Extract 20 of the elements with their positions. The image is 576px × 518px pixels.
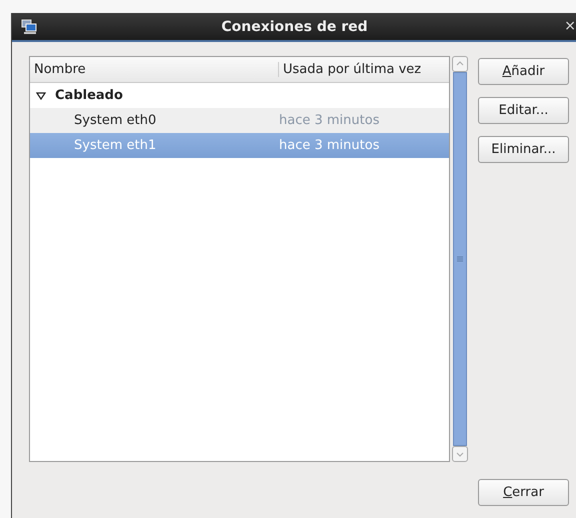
network-computers-icon [21, 18, 37, 34]
scroll-up-icon[interactable] [452, 56, 468, 72]
last-used-text: hace 3 minutos [279, 138, 380, 153]
close-dialog-button[interactable]: Cerrar [478, 479, 569, 506]
connection-name: System eth1 [74, 138, 158, 153]
scrollbar[interactable] [452, 56, 468, 462]
expander-icon[interactable] [36, 90, 46, 100]
action-button[interactable]: Editar... [478, 97, 569, 124]
close-button[interactable]: × [564, 18, 576, 34]
group-label: Cableado [55, 88, 123, 103]
column-header[interactable]: Nombre [30, 62, 279, 77]
column-header[interactable]: Usada por última vez [279, 62, 449, 77]
window-title: Conexiones de red [221, 18, 368, 34]
scroll-down-icon[interactable] [452, 446, 468, 462]
action-button[interactable]: Eliminar... [478, 136, 569, 163]
action-button[interactable]: Añadir [478, 58, 569, 85]
connection-name: System eth0 [74, 113, 158, 128]
last-used-text: hace 3 minutos [279, 113, 380, 128]
connection-row[interactable]: System eth0 hace 3 minutos [30, 108, 449, 133]
scrollbar-thumb[interactable] [453, 72, 467, 446]
